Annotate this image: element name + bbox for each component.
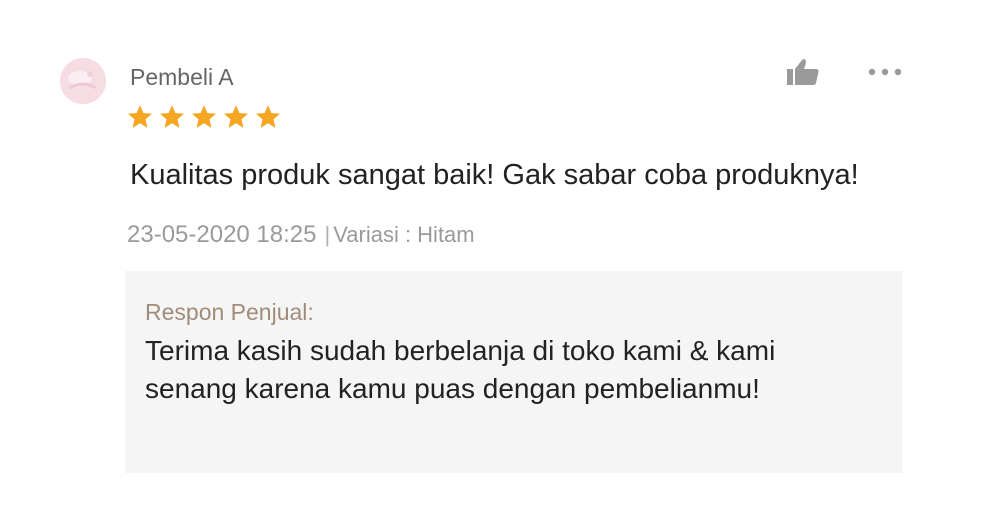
seller-response: Respon Penjual: Terima kasih sudah berbe… (125, 271, 902, 473)
star-icon (190, 103, 218, 131)
star-icon (158, 103, 186, 131)
avatar[interactable] (60, 58, 106, 104)
thumbs-up-icon[interactable] (785, 56, 821, 88)
meta-separator: | (324, 222, 331, 247)
star-icon (126, 103, 154, 131)
seller-response-label: Respon Penjual: (145, 299, 314, 325)
review-variant: Variasi : Hitam (333, 222, 475, 247)
star-icon (254, 103, 282, 131)
star-icon (222, 103, 250, 131)
reviewer-name: Pembeli A (130, 64, 234, 90)
more-options-icon[interactable] (865, 62, 905, 82)
review-meta: 23-05-2020 18:25 | Variasi : Hitam (127, 220, 475, 250)
avatar-image (60, 58, 106, 104)
review-text: Kualitas produk sangat baik! Gak sabar c… (130, 159, 859, 191)
rating-stars (126, 103, 282, 131)
review-card: Pembeli A Kualitas produk sangat baik! G… (0, 0, 1000, 532)
seller-response-text: Terima kasih sudah berbelanja di toko ka… (145, 335, 776, 404)
review-date: 23-05-2020 18:25 (127, 221, 317, 248)
